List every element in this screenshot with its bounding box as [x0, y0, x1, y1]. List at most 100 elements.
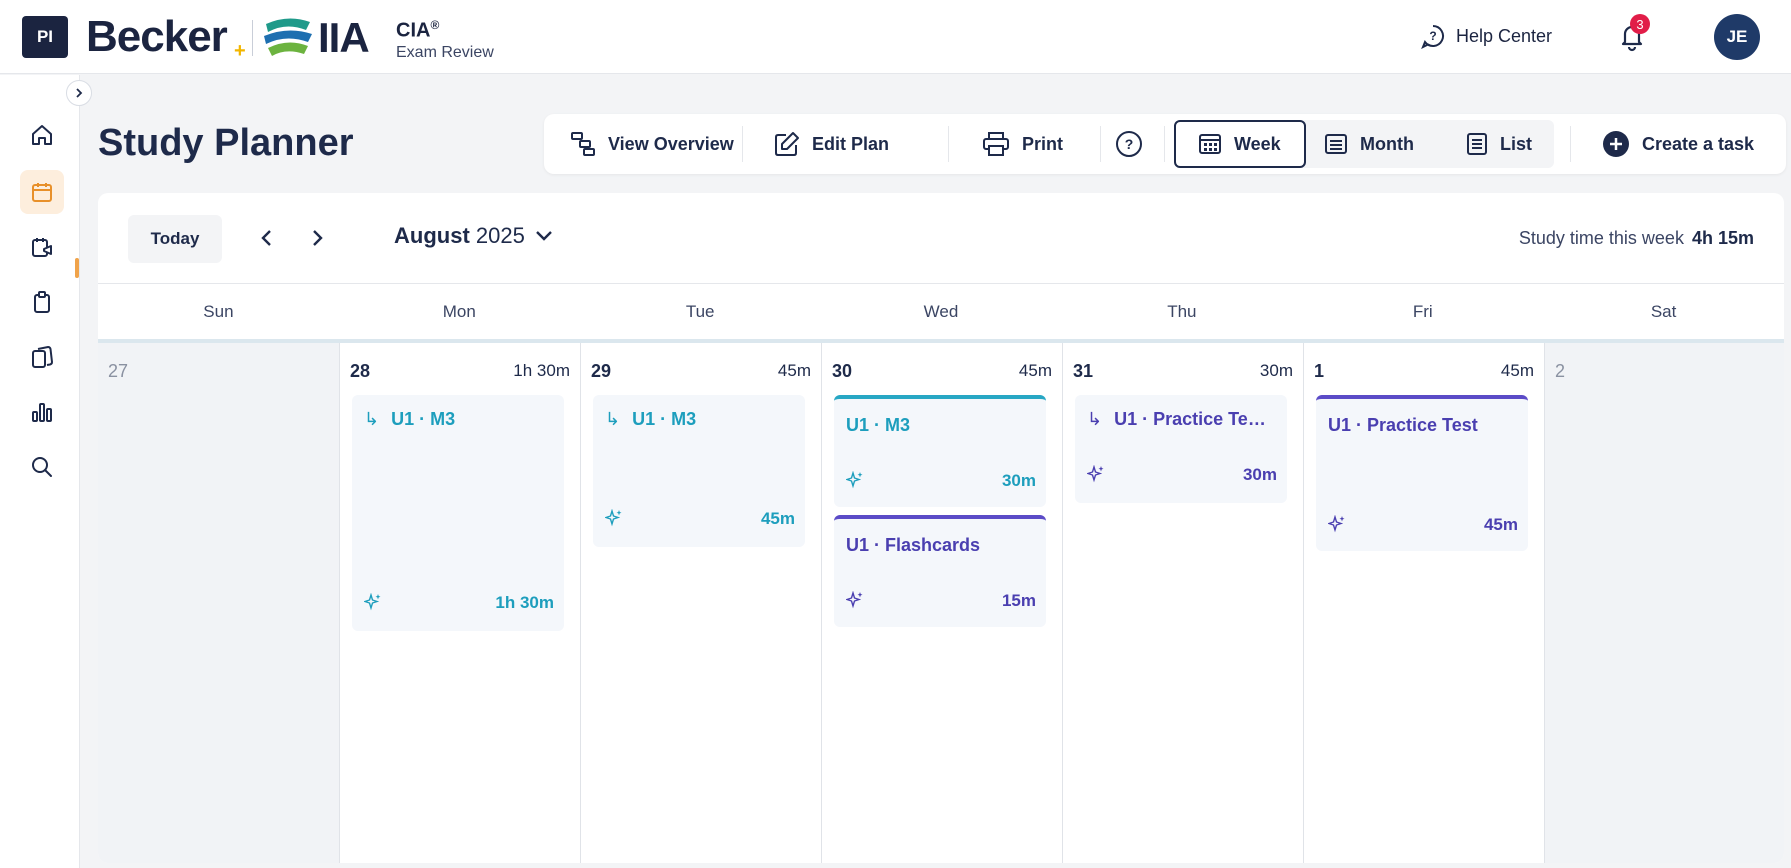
- subtask-arrow-icon: ↳: [605, 409, 621, 429]
- edit-plan-button[interactable]: Edit Plan: [774, 114, 889, 174]
- printer-icon: [983, 132, 1009, 156]
- week-view-button[interactable]: Week: [1174, 120, 1306, 168]
- today-button[interactable]: Today: [128, 215, 222, 263]
- next-week-button[interactable]: [302, 223, 332, 253]
- previous-week-button[interactable]: [252, 223, 282, 253]
- day-number: 2: [1555, 361, 1566, 381]
- becker-plus-mark: +: [234, 40, 246, 62]
- task-card[interactable]: ↳ U1 · M3 45m: [593, 395, 805, 547]
- weekday-tue: Tue: [685, 301, 715, 321]
- print-label: Print: [1022, 133, 1064, 154]
- sidebar-item-study-planner[interactable]: [20, 170, 64, 214]
- product-name: CIA®: [396, 18, 440, 42]
- sidebar-item-live-classes[interactable]: [20, 225, 64, 269]
- toolbar-divider: [1570, 126, 1571, 162]
- pi-badge[interactable]: PI: [22, 16, 68, 58]
- active-item-marker: [75, 258, 79, 278]
- weekday-header: Sun Mon Tue Wed Thu Fri Sat: [98, 283, 1784, 339]
- sidebar-item-search[interactable]: [20, 445, 64, 489]
- sidebar-item-flashcards[interactable]: [20, 335, 64, 379]
- overview-icon: [571, 132, 595, 156]
- chevron-right-icon: [313, 230, 323, 246]
- task-duration: 15m: [1001, 591, 1036, 610]
- day-number: 30: [832, 361, 853, 381]
- day-number: 31: [1073, 361, 1094, 381]
- day-number: 1: [1314, 361, 1325, 381]
- sidebar: [0, 75, 80, 868]
- sidebar-expand-button[interactable]: [66, 80, 92, 106]
- day-cell-tue[interactable]: 29 45m ↳ U1 · M3 45m: [581, 343, 822, 863]
- task-duration: 30m: [1242, 465, 1277, 484]
- toolbar-divider: [1164, 126, 1165, 162]
- becker-logo[interactable]: Becker: [86, 12, 228, 62]
- question-circle-icon: ?: [1116, 131, 1142, 157]
- sidebar-item-clipboard[interactable]: [20, 280, 64, 324]
- task-title: ↳ U1 · M3: [364, 409, 456, 429]
- day-cell-fri[interactable]: 1 45m U1 · Practice Test 45m: [1304, 343, 1545, 863]
- create-task-label: Create a task: [1642, 133, 1755, 154]
- day-cell-mon[interactable]: 28 1h 30m ↳ U1 · M3 1h 30m: [340, 343, 581, 863]
- help-button[interactable]: ?: [1115, 114, 1143, 174]
- day-number: 28: [350, 361, 371, 381]
- sparkle-icon: [1087, 465, 1104, 483]
- list-view-button[interactable]: List: [1466, 120, 1532, 168]
- day-cell-sun[interactable]: 27: [98, 343, 340, 863]
- user-avatar[interactable]: JE: [1714, 14, 1760, 60]
- planner-toolbar: View Overview Edit Plan Print ? Week Mon…: [544, 114, 1786, 174]
- view-switcher: Week Month List: [1174, 120, 1554, 168]
- task-card[interactable]: U1 · Flashcards 15m: [834, 515, 1046, 627]
- top-bar: PI Becker + IIA CIA® Exam Review ? Help …: [0, 0, 1791, 74]
- page-title: Study Planner: [98, 122, 354, 164]
- day-cell-wed[interactable]: 30 45m U1 · M3 30m U1 · Flashcards 15m: [822, 343, 1063, 863]
- task-card[interactable]: U1 · Practice Test 45m: [1316, 395, 1528, 551]
- month-label: Month: [1360, 133, 1414, 154]
- help-chat-icon: ?: [1421, 25, 1444, 49]
- day-duration: 1h 30m: [513, 361, 570, 380]
- chevron-down-icon: [535, 231, 552, 241]
- cards-icon: [32, 345, 54, 368]
- day-cell-sat[interactable]: 2: [1545, 343, 1784, 863]
- edit-icon: [775, 132, 799, 156]
- plus-circle-icon: [1603, 131, 1629, 157]
- weekly-study-time: Study time this week 4h 15m: [1519, 228, 1754, 249]
- sidebar-item-performance[interactable]: [20, 390, 64, 434]
- sidebar-item-home[interactable]: [20, 113, 64, 157]
- weekday-fri: Fri: [1412, 301, 1433, 321]
- day-cell-thu[interactable]: 31 30m ↳ U1 · Practice Te… 30m: [1063, 343, 1304, 863]
- clipboard-icon: [34, 291, 50, 313]
- task-card[interactable]: ↳ U1 · M3 1h 30m: [352, 395, 564, 631]
- month-year-selector[interactable]: August 2025: [394, 223, 553, 249]
- day-number: 27: [108, 361, 129, 381]
- week-label: Week: [1234, 133, 1281, 154]
- task-duration: 45m: [1483, 515, 1518, 534]
- edit-plan-label: Edit Plan: [812, 133, 890, 154]
- day-duration: 45m: [1018, 361, 1052, 380]
- create-task-button[interactable]: Create a task: [1602, 114, 1754, 174]
- toolbar-divider: [948, 126, 949, 162]
- study-time-value: 4h 15m: [1691, 228, 1754, 248]
- view-overview-button[interactable]: View Overview: [570, 114, 734, 174]
- weekday-sat: Sat: [1650, 301, 1677, 321]
- sparkle-icon: [846, 591, 863, 609]
- help-center-link[interactable]: ? Help Center: [1420, 23, 1552, 49]
- task-duration: 1h 30m: [495, 593, 554, 612]
- day-duration: 45m: [1500, 361, 1534, 380]
- month-view-button[interactable]: Month: [1324, 120, 1414, 168]
- task-card[interactable]: U1 · M3 30m: [834, 395, 1046, 507]
- sparkle-icon: [846, 471, 863, 489]
- task-duration: 45m: [760, 509, 795, 528]
- list-icon: [1467, 133, 1487, 155]
- sparkle-icon: [364, 593, 381, 611]
- calendar-video-icon: [32, 238, 52, 257]
- brand-divider: [252, 20, 253, 56]
- month-name: August: [394, 223, 470, 248]
- print-button[interactable]: Print: [982, 114, 1063, 174]
- view-overview-label: View Overview: [608, 133, 734, 154]
- home-icon: [32, 125, 52, 145]
- week-calendar-icon: [1199, 134, 1221, 154]
- task-card[interactable]: ↳ U1 · Practice Te… 30m: [1075, 395, 1287, 503]
- task-title: U1 · Flashcards: [846, 535, 981, 555]
- weekday-thu: Thu: [1167, 301, 1197, 321]
- sparkle-icon: [605, 509, 622, 527]
- task-duration: 30m: [1001, 471, 1036, 490]
